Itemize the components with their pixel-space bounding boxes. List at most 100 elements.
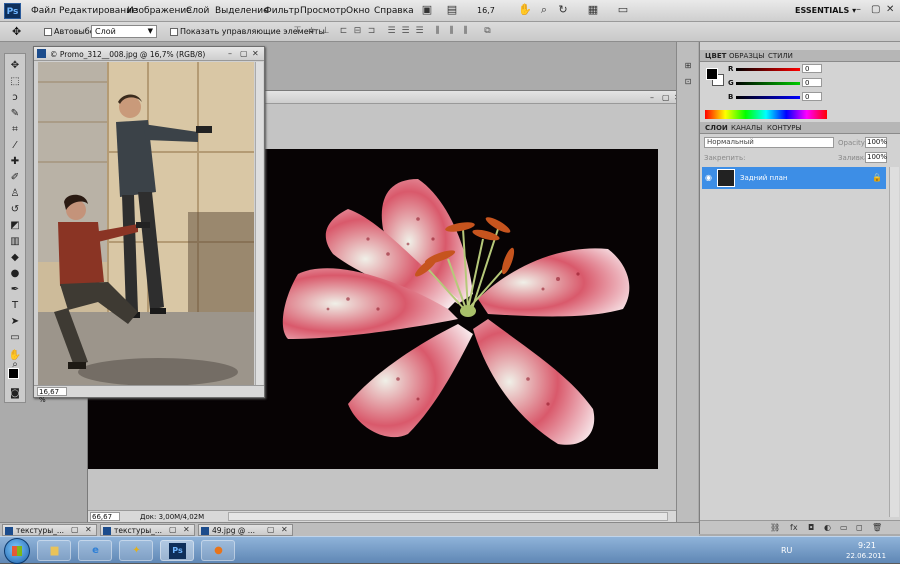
menu-file[interactable]: Файл xyxy=(31,6,56,16)
green-value[interactable]: 0 xyxy=(802,78,822,87)
promo-photo-canvas[interactable] xyxy=(38,62,254,385)
layers-scrollbar[interactable] xyxy=(889,167,899,517)
dodge-tool-icon[interactable]: ● xyxy=(7,266,23,282)
panel-foreground-swatch[interactable] xyxy=(706,68,718,80)
taskbar-app[interactable]: ✦ xyxy=(119,540,153,561)
promo-title-bar[interactable]: © Promo_312__008.jpg @ 16,7% (RGB/8) – ▢… xyxy=(34,47,264,61)
red-value[interactable]: 0 xyxy=(802,64,822,73)
doc-tab-3[interactable]: 49.jpg @ ... ▢ ✕ xyxy=(198,524,293,536)
clock-date[interactable]: 22.06.2011 xyxy=(846,552,886,560)
close-icon[interactable]: ✕ xyxy=(183,525,190,534)
restore-icon[interactable]: ▢ xyxy=(267,525,275,534)
promo-close-button[interactable]: ✕ xyxy=(252,49,259,58)
start-button[interactable] xyxy=(4,538,30,564)
tab-layers[interactable]: СЛОИ xyxy=(705,124,728,132)
foreground-color-swatch[interactable] xyxy=(8,368,19,379)
menu-view[interactable]: Просмотр xyxy=(300,6,346,16)
eye-icon[interactable]: ◉ xyxy=(705,173,712,182)
blue-slider[interactable] xyxy=(736,96,800,99)
move-tool-icon[interactable]: ✥ xyxy=(7,58,23,74)
menu-image[interactable]: Изображение xyxy=(127,6,192,16)
arrange-documents-icon[interactable]: ▦ xyxy=(586,3,600,17)
quick-select-tool-icon[interactable]: ✎ xyxy=(7,106,23,122)
menu-layer[interactable]: Слой xyxy=(186,6,209,16)
color-spectrum-bar[interactable] xyxy=(705,110,827,119)
distribute-hcenter-icon[interactable]: ⫼ xyxy=(446,26,457,37)
align-top-icon[interactable]: ⊤ xyxy=(292,26,303,37)
align-bottom-icon[interactable]: ⊥ xyxy=(320,26,331,37)
clock-time[interactable]: 9:21 xyxy=(858,541,876,550)
tab-color[interactable]: ЦВЕТ xyxy=(705,52,726,60)
align-hcenter-icon[interactable]: ⊟ xyxy=(352,26,363,37)
document-zoom-field[interactable]: 66,67 % xyxy=(90,512,120,529)
bridge-icon[interactable]: ▣ xyxy=(420,3,434,17)
clone-stamp-tool-icon[interactable]: ♙ xyxy=(7,186,23,202)
autoselect-dropdown[interactable]: Слой ▼ xyxy=(91,25,157,38)
doc-tab-1[interactable]: текстуры_... ▢ ✕ xyxy=(2,524,97,536)
promo-minimize-button[interactable]: – xyxy=(228,49,232,58)
menu-window[interactable]: Окно xyxy=(346,6,370,16)
auto-align-icon[interactable]: ⧉ xyxy=(482,26,493,37)
type-tool-icon[interactable]: T xyxy=(7,298,23,314)
blur-tool-icon[interactable]: ◆ xyxy=(7,250,23,266)
distribute-bottom-icon[interactable]: ☰ xyxy=(414,26,425,37)
restore-icon[interactable]: ▢ xyxy=(169,525,177,534)
marquee-tool-icon[interactable]: ⬚ xyxy=(7,74,23,90)
document-horizontal-scrollbar[interactable] xyxy=(228,512,668,521)
eyedropper-tool-icon[interactable]: ⁄ xyxy=(7,138,23,154)
distribute-right-icon[interactable]: ⫼ xyxy=(460,26,471,37)
app-close-button[interactable]: ✕ xyxy=(886,4,894,15)
align-left-icon[interactable]: ⊏ xyxy=(338,26,349,37)
blue-value[interactable]: 0 xyxy=(802,92,822,101)
layer-style-icon[interactable]: fx xyxy=(790,523,798,532)
quick-mask-icon[interactable]: ◙ xyxy=(7,386,23,402)
app-maximize-button[interactable]: ▢ xyxy=(871,4,880,15)
move-tool-preset-icon[interactable]: ✥ xyxy=(12,25,21,38)
adjustment-layer-icon[interactable]: ◐ xyxy=(824,523,831,532)
distribute-vcenter-icon[interactable]: ☰ xyxy=(400,26,411,37)
distribute-top-icon[interactable]: ☰ xyxy=(386,26,397,37)
eraser-tool-icon[interactable]: ◩ xyxy=(7,218,23,234)
path-select-tool-icon[interactable]: ➤ xyxy=(7,314,23,330)
shape-tool-icon[interactable]: ▭ xyxy=(7,330,23,346)
pen-tool-icon[interactable]: ✒ xyxy=(7,282,23,298)
screen-mode-icon[interactable]: ▭ xyxy=(616,3,630,17)
new-group-icon[interactable]: ▭ xyxy=(840,523,848,532)
blend-mode-dropdown[interactable]: Нормальный xyxy=(704,137,834,148)
layer-row-background[interactable]: ◉ Задний план 🔒 xyxy=(702,167,886,189)
close-icon[interactable]: ✕ xyxy=(85,525,92,534)
opacity-field[interactable]: 100% xyxy=(865,137,887,148)
fill-field[interactable]: 100% xyxy=(865,152,887,163)
zoom-level[interactable]: 16,7 xyxy=(477,6,495,15)
menu-edit[interactable]: Редактирование xyxy=(59,6,138,16)
document-size-info[interactable]: Док: 3,00M/4,02M xyxy=(140,513,204,521)
doc-maximize-button[interactable]: ▢ xyxy=(662,93,670,102)
align-vcenter-icon[interactable]: ≑ xyxy=(306,26,317,37)
rotate-view-icon[interactable]: ↻ xyxy=(556,3,570,17)
app-minimize-button[interactable]: – xyxy=(856,4,861,15)
doc-minimize-button[interactable]: – xyxy=(650,93,654,102)
align-right-icon[interactable]: ⊐ xyxy=(366,26,377,37)
tab-channels[interactable]: КАНАЛЫ xyxy=(731,124,762,132)
red-slider[interactable] xyxy=(736,68,800,71)
add-mask-icon[interactable]: ◘ xyxy=(808,523,814,532)
properties-panel-icon[interactable]: ⊡ xyxy=(682,76,694,88)
gradient-tool-icon[interactable]: ▥ xyxy=(7,234,23,250)
show-transform-controls-checkbox[interactable] xyxy=(170,28,178,36)
workspace-switcher[interactable]: ESSENTIALS ▾ xyxy=(795,6,856,15)
promo-vertical-scrollbar[interactable] xyxy=(255,62,263,385)
taskbar-explorer[interactable]: ▆ xyxy=(37,540,71,561)
menu-select[interactable]: Выделение xyxy=(215,6,269,16)
lasso-tool-icon[interactable]: ↄ xyxy=(7,90,23,106)
taskbar-firefox[interactable]: ● xyxy=(201,540,235,561)
hand-tool-icon[interactable]: ✋ xyxy=(518,3,532,17)
taskbar-ie[interactable]: e xyxy=(78,540,112,561)
restore-icon[interactable]: ▢ xyxy=(71,525,79,534)
new-layer-icon[interactable]: ◻ xyxy=(856,523,863,532)
tab-swatches[interactable]: ОБРАЗЦЫ xyxy=(729,52,764,60)
doc-tab-2[interactable]: текстуры_... ▢ ✕ xyxy=(100,524,195,536)
taskbar-photoshop[interactable]: Ps xyxy=(160,540,194,561)
history-brush-tool-icon[interactable]: ↺ xyxy=(7,202,23,218)
zoom-tool-icon[interactable]: ⌕ xyxy=(537,3,551,17)
language-indicator[interactable]: RU xyxy=(781,546,792,555)
